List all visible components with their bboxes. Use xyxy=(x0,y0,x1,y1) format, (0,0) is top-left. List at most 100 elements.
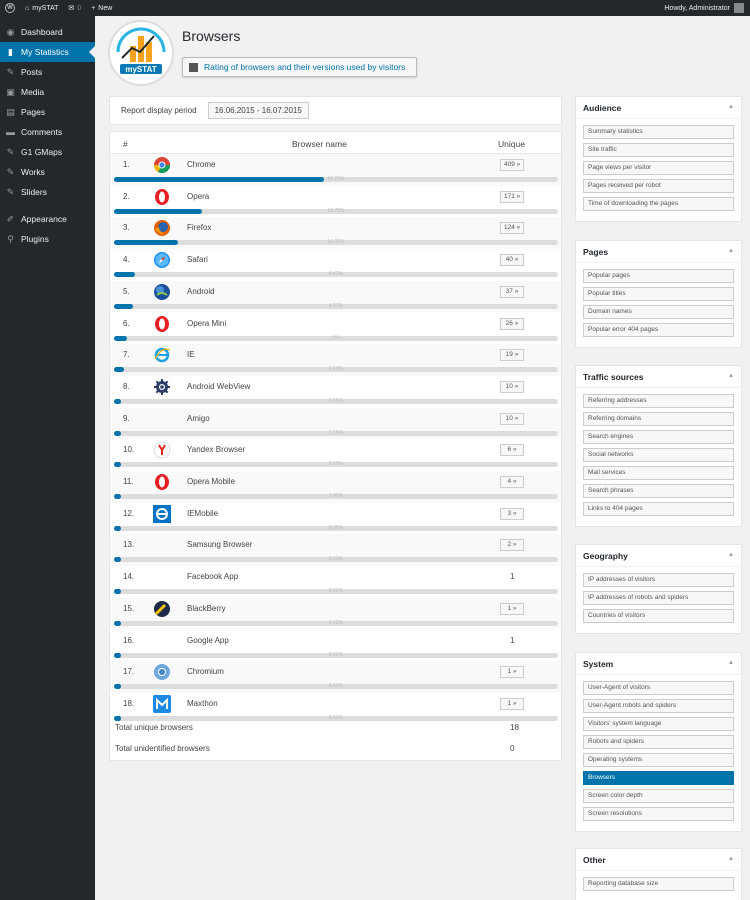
site-name-link[interactable]: ⌂ mySTAT xyxy=(20,0,63,16)
account-menu[interactable]: Howdy, Administrator xyxy=(659,0,750,16)
percentage-label: 0.23% xyxy=(328,556,344,563)
new-content-link[interactable]: + New xyxy=(86,0,117,16)
report-description-button[interactable]: Rating of browsers and their versions us… xyxy=(182,57,417,77)
sidebar-item-g1-gmaps[interactable]: ✎ G1 GMaps xyxy=(0,142,95,162)
sidebar-item-plugins[interactable]: ⚲ Plugins xyxy=(0,229,95,249)
panel-title[interactable]: Other ▲ xyxy=(576,849,741,871)
report-link[interactable]: User-Agent robots and spiders xyxy=(583,699,734,713)
report-link[interactable]: Popular titles xyxy=(583,287,734,301)
wordpress-logo-icon[interactable]: W xyxy=(0,0,20,16)
unique-count-button[interactable]: 409 » xyxy=(500,159,525,171)
report-link[interactable]: Popular error 404 pages xyxy=(583,323,734,337)
percentage-label: 0.12% xyxy=(328,588,344,595)
collapse-arrow-icon[interactable]: ▲ xyxy=(728,856,734,862)
report-link[interactable]: Search engines xyxy=(583,430,734,444)
report-link[interactable]: Site traffic xyxy=(583,143,734,157)
table-row: 12. IEMobile 3 » 0.35% xyxy=(110,503,561,535)
unique-count-button[interactable]: 10 » xyxy=(500,380,524,393)
chromium-icon xyxy=(153,663,171,681)
sidebar-item-label: Appearance xyxy=(21,214,67,224)
unique-count-button[interactable]: 26 » xyxy=(500,317,524,330)
sidebar-item-posts[interactable]: ✎ Posts xyxy=(0,62,95,82)
panel-title-text: Audience xyxy=(583,102,622,113)
sidebar-item-dashboard[interactable]: ◉ Dashboard xyxy=(0,22,95,42)
panel-title[interactable]: System ▲ xyxy=(576,653,741,675)
percentage-bar: 0.12% xyxy=(114,588,558,595)
unique-count-button[interactable]: 19 » xyxy=(500,349,524,362)
collapse-arrow-icon[interactable]: ▲ xyxy=(728,248,734,254)
report-link[interactable]: Domain names xyxy=(583,305,734,319)
report-link[interactable]: Referring addresses xyxy=(583,394,734,408)
sidebar-item-my-statistics[interactable]: ▮ My Statistics xyxy=(0,42,95,62)
panel-title[interactable]: Traffic sources ▲ xyxy=(576,366,741,388)
row-number: 14. xyxy=(123,572,135,582)
unique-count-button[interactable]: 2 » xyxy=(500,539,524,552)
sidebar-item-appearance[interactable]: ✐ Appearance xyxy=(0,209,95,229)
report-link[interactable]: User-Agent of visitors xyxy=(583,681,734,695)
report-link[interactable]: IP addresses of robots and spiders xyxy=(583,591,734,605)
percentage-bar: 2.19% xyxy=(114,366,558,373)
report-link[interactable]: Time of downloading the pages xyxy=(583,197,734,211)
percentage-label: 0.69% xyxy=(328,461,344,468)
unique-count-button[interactable]: 37 » xyxy=(500,285,524,298)
report-link[interactable]: Links to 404 pages xyxy=(583,502,734,516)
collapse-arrow-icon[interactable]: ▲ xyxy=(728,552,734,558)
avatar xyxy=(734,3,744,13)
report-link[interactable]: Search phrases xyxy=(583,484,734,498)
panel-traffic-sources: Traffic sources ▲ Referring addresses Refer… xyxy=(575,365,742,527)
sidebar-item-works[interactable]: ✎ Works xyxy=(0,162,95,182)
report-link[interactable]: Reporting database size xyxy=(583,877,734,891)
report-link[interactable]: Summary statistics xyxy=(583,125,734,139)
report-link[interactable]: Screen resolutions xyxy=(583,807,734,821)
report-link[interactable]: Social networks xyxy=(583,448,734,462)
report-link[interactable]: Browsers xyxy=(583,771,734,785)
unique-count-button[interactable]: 124 » xyxy=(500,222,525,235)
unique-count-button[interactable]: 40 » xyxy=(500,254,524,267)
report-link[interactable]: Screen color depth xyxy=(583,789,734,803)
sidebar-item-media[interactable]: ▣ Media xyxy=(0,82,95,102)
unique-count-button[interactable]: 171 » xyxy=(500,190,525,203)
browser-name: Google App xyxy=(187,635,229,645)
collapse-arrow-icon[interactable]: ▲ xyxy=(728,373,734,379)
browser-name: Chromium xyxy=(187,667,224,677)
sidebar-item-pages[interactable]: ▤ Pages xyxy=(0,102,95,122)
sidebar-item-comments[interactable]: ▬ Comments xyxy=(0,122,95,142)
column-header-number: # xyxy=(123,139,128,149)
sidebar-item-sliders[interactable]: ✎ Sliders xyxy=(0,182,95,202)
report-link[interactable]: Mail services xyxy=(583,466,734,480)
percentage-label: 19.75% xyxy=(327,207,345,214)
report-link[interactable]: IP addresses of visitors xyxy=(583,573,734,587)
panel-title[interactable]: Audience ▲ xyxy=(576,97,741,119)
report-link[interactable]: Popular pages xyxy=(583,269,734,283)
panel-title[interactable]: Pages ▲ xyxy=(576,241,741,263)
row-number: 1. xyxy=(123,160,130,169)
browser-name: Safari xyxy=(187,255,208,265)
report-link[interactable]: Countries of visitors xyxy=(583,609,734,623)
report-period-selector[interactable]: 16.06.2015 - 16.07.2015 xyxy=(207,102,309,119)
collapse-arrow-icon[interactable]: ▲ xyxy=(728,104,734,110)
report-link[interactable]: Page views per visitor xyxy=(583,161,734,175)
report-link[interactable]: Referring domains xyxy=(583,412,734,426)
collapse-arrow-icon[interactable]: ▲ xyxy=(728,660,734,666)
unique-count-button[interactable]: 1 » xyxy=(500,602,524,615)
comments-link[interactable]: ✉ 0 xyxy=(63,0,86,16)
ie-icon xyxy=(153,346,171,364)
table-row: 17. Chromium 1 » 0.12% xyxy=(110,661,561,693)
report-link[interactable]: Pages received per robot xyxy=(583,179,734,193)
report-link[interactable]: Visitors' system language xyxy=(583,717,734,731)
unique-count-button[interactable]: 6 » xyxy=(500,444,524,457)
comment-bubble-icon: ✉ xyxy=(68,5,75,12)
unique-count-button[interactable]: 3 » xyxy=(500,507,524,520)
unique-count-button[interactable]: 1 » xyxy=(500,697,524,710)
unique-count-button[interactable]: 4 » xyxy=(500,476,524,488)
percentage-label: 0.12% xyxy=(328,714,344,721)
total-unidentified-row: Total unidentified browsers 0 xyxy=(115,744,555,753)
comments-count: 0 xyxy=(77,4,82,12)
panel-title[interactable]: Geography ▲ xyxy=(576,545,741,567)
report-link[interactable]: Operating systems xyxy=(583,753,734,767)
report-description: Rating of browsers and their versions us… xyxy=(204,62,406,72)
unique-count-button[interactable]: 1 » xyxy=(500,666,524,679)
browsers-table: # Browser name Unique 1. Chrome 409 » 47.23… xyxy=(109,131,562,761)
report-link[interactable]: Robots and spiders xyxy=(583,735,734,749)
unique-count-button[interactable]: 10 » xyxy=(500,412,524,425)
